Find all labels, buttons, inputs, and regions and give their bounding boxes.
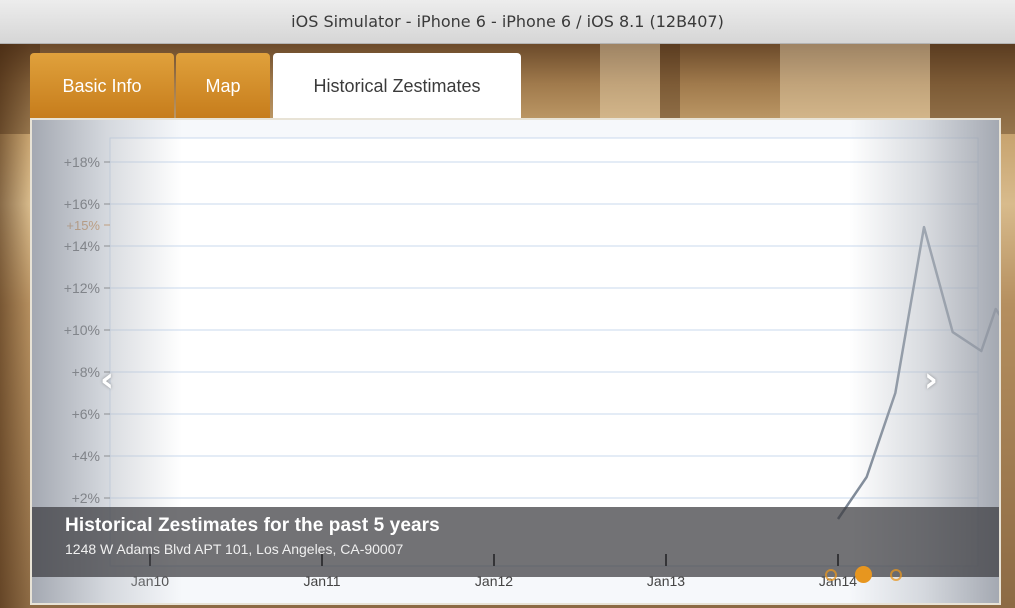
window-title: iOS Simulator - iPhone 6 - iPhone 6 / iO… [291, 12, 724, 31]
y-tick-label: +16% [64, 196, 100, 212]
tab-basic-info[interactable]: Basic Info [30, 53, 174, 119]
caption-title: Historical Zestimates for the past 5 yea… [65, 515, 440, 536]
previous-arrow-icon[interactable]: ‹ [92, 360, 122, 400]
y-tick-label: +6% [72, 406, 100, 422]
y-tick-label-highlight: +15% [66, 218, 100, 233]
page-dot[interactable] [890, 568, 902, 581]
next-arrow-icon[interactable]: › [916, 360, 946, 400]
plot-area [109, 137, 979, 567]
caption-address: 1248 W Adams Blvd APT 101, Los Angeles, … [65, 541, 404, 557]
page-dot[interactable] [825, 568, 837, 581]
tab-bar: Basic Info Map Historical Zestimates [30, 53, 523, 119]
y-tick-label: +2% [72, 490, 100, 506]
y-tick-label: +12% [64, 280, 100, 296]
tab-label: Map [205, 75, 241, 96]
tab-label: Historical Zestimates [313, 75, 481, 96]
page-dot-active[interactable] [855, 566, 872, 583]
y-tick-label: +18% [64, 154, 100, 170]
tab-label: Basic Info [62, 75, 142, 96]
window-title-bar: iOS Simulator - iPhone 6 - iPhone 6 / iO… [0, 0, 1015, 44]
chart-panel[interactable]: +2% +4% +6% +8% +10% +12% +14% +16% +18% +15% Jan1… [30, 118, 1001, 605]
page-indicator [825, 566, 920, 583]
y-tick-label: +10% [64, 322, 100, 338]
tab-historical-zestimates[interactable]: Historical Zestimates [273, 53, 521, 119]
tab-map[interactable]: Map [176, 53, 270, 119]
y-tick-label: +4% [72, 448, 100, 464]
y-tick-label: +14% [64, 238, 100, 254]
